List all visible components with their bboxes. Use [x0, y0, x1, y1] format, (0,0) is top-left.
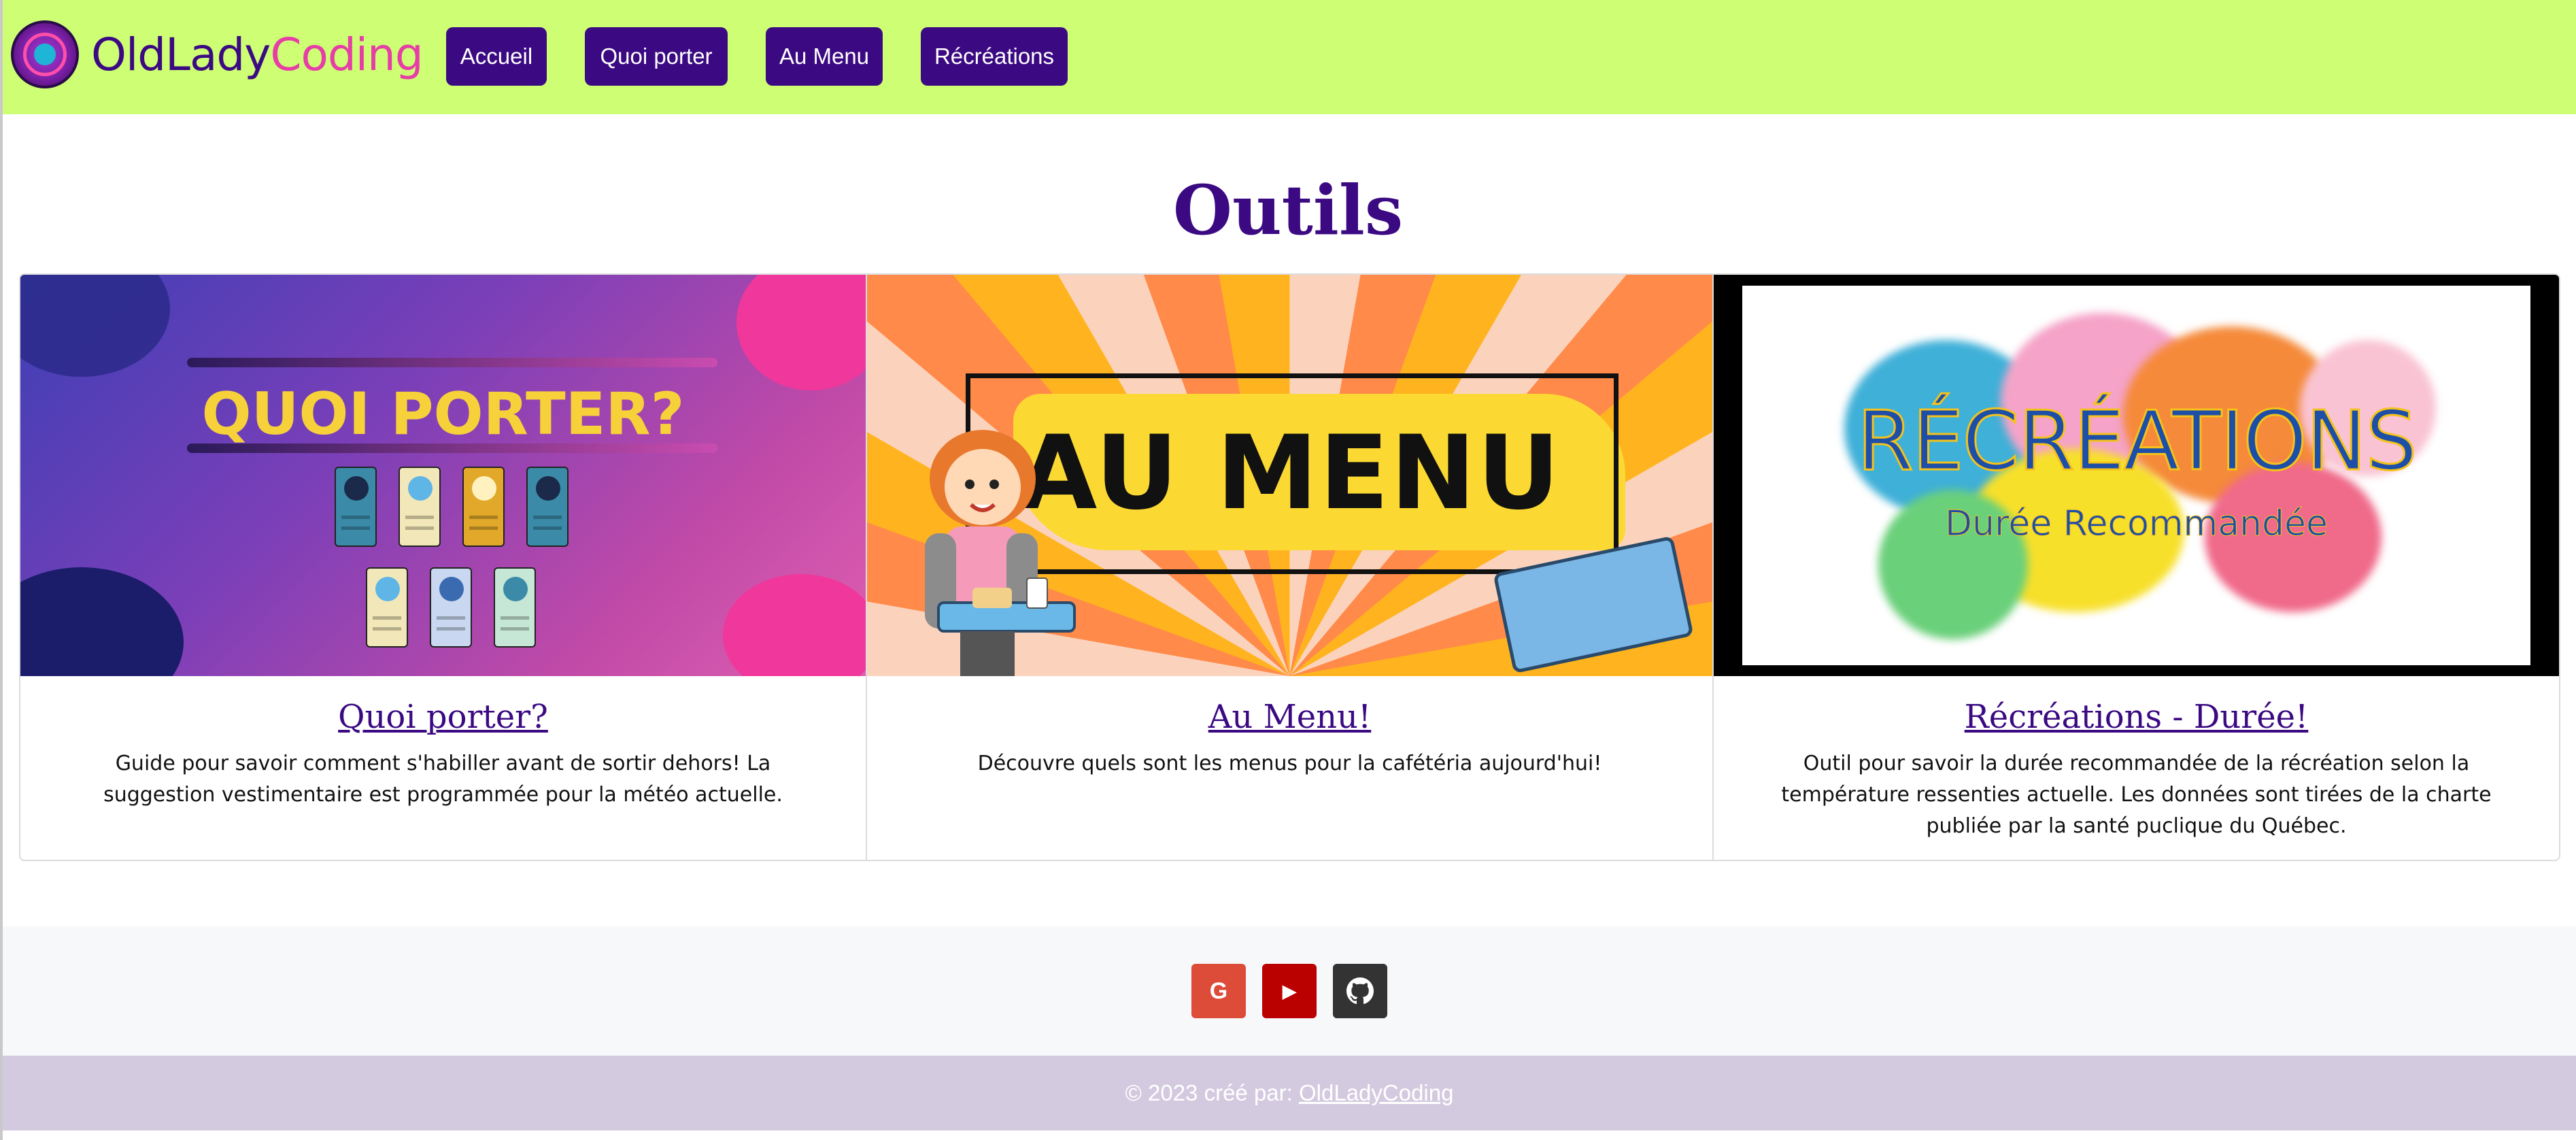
footer-copyright: © 2023 créé par: OldLadyCoding [3, 1056, 2576, 1130]
image-title-text: RÉCRÉATIONS [1856, 394, 2418, 490]
github-icon[interactable] [1333, 964, 1387, 1018]
brand[interactable]: OldLadyCoding [11, 20, 424, 88]
card-au-menu: AU MENU Au Menu! Découvre quels sont les… [867, 275, 1714, 860]
weather-card-icon [335, 467, 377, 547]
nav-au-menu-button[interactable]: Au Menu [766, 27, 883, 86]
youtube-icon[interactable]: ▶ [1262, 964, 1317, 1018]
weather-card-icon [494, 567, 536, 648]
navbar: OldLadyCoding Accueil Quoi porter Au Men… [3, 0, 2576, 114]
brand-name-part1: OldLady [91, 28, 271, 81]
nav-accueil-button[interactable]: Accueil [446, 27, 547, 86]
nav-recreations-button[interactable]: Récréations [921, 27, 1068, 86]
card-title-link[interactable]: Quoi porter? [20, 698, 866, 736]
decor-bar [187, 443, 717, 453]
card-title-link[interactable]: Au Menu! [867, 698, 1712, 736]
image-paper: RÉCRÉATIONS Durée Recommandée [1742, 286, 2530, 665]
brand-name[interactable]: OldLadyCoding [91, 28, 424, 81]
weather-card-icon [526, 467, 569, 547]
google-icon[interactable]: G [1191, 964, 1246, 1018]
card-image-quoi-porter[interactable]: QUOI PORTER? [20, 275, 866, 676]
footer-link[interactable]: OldLadyCoding [1299, 1080, 1454, 1105]
card-image-recreations[interactable]: RÉCRÉATIONS Durée Recommandée [1714, 275, 2559, 676]
decor-blob [20, 275, 170, 377]
logo-core [34, 44, 56, 65]
card-title-link[interactable]: Récréations - Durée! [1714, 698, 2559, 736]
card-recreations: RÉCRÉATIONS Durée Recommandée Récréation… [1714, 275, 2559, 860]
card-description: Outil pour savoir la durée recommandée d… [1781, 752, 2492, 838]
decor-blob [723, 574, 866, 676]
card-quoi-porter: QUOI PORTER? Quoi porter? Guide pour sav… [20, 275, 867, 860]
copyright-text: © 2023 créé par: [1125, 1080, 1299, 1105]
weather-card-icon [430, 567, 472, 648]
logo[interactable] [11, 20, 79, 88]
decor-bar [187, 358, 717, 367]
image-title-text: QUOI PORTER? [201, 380, 685, 448]
decor-blob [736, 275, 866, 390]
decor-blob [20, 567, 184, 676]
weather-card-icon [366, 567, 408, 648]
weather-card-icon [399, 467, 441, 547]
footer-social: G ▶ [3, 926, 2576, 1056]
card-image-au-menu[interactable]: AU MENU [867, 275, 1712, 676]
github-logo-icon [1346, 977, 1374, 1005]
page-title: Outils [1172, 170, 1404, 250]
image-subtitle-text: Durée Recommandée [1944, 503, 2328, 545]
footer-bottom [3, 1130, 2576, 1140]
weather-card-icon [462, 467, 505, 547]
card-description: Guide pour savoir comment s'habiller ava… [103, 752, 783, 807]
nav-quoi-porter-button[interactable]: Quoi porter [585, 27, 728, 86]
card-description: Découvre quels sont les menus pour la ca… [977, 752, 1602, 775]
card-group: QUOI PORTER? Quoi porter? Guide pour sav… [19, 273, 2560, 861]
brand-name-part2: Coding [270, 28, 423, 81]
girl-illustration-icon [925, 430, 1076, 676]
